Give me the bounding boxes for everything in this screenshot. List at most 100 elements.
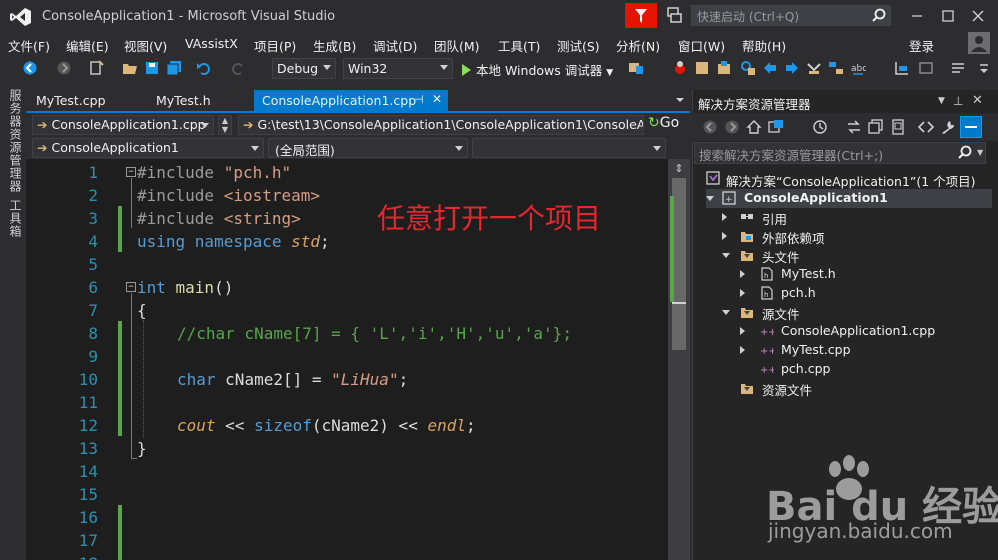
close-tab-icon[interactable]: ✕ xyxy=(432,92,442,106)
start-debugging-button[interactable]: 本地 Windows 调试器 ▼ xyxy=(462,60,613,78)
solution-search-input[interactable]: 搜索解决方案资源管理器(Ctrl+;) xyxy=(694,142,986,164)
home-icon[interactable] xyxy=(746,119,762,135)
va-find-symbol-icon[interactable] xyxy=(716,60,732,76)
keyword-token: int xyxy=(137,278,176,297)
va-references-icon[interactable] xyxy=(740,60,756,76)
back-navigate-icon[interactable] xyxy=(22,60,38,76)
comment-lines-icon[interactable] xyxy=(950,60,966,76)
menu-vassistx[interactable]: VAssistX xyxy=(185,36,238,51)
search-icon[interactable] xyxy=(958,145,972,159)
menu-tools[interactable]: 工具(T) xyxy=(498,36,540,55)
va-spin-button[interactable]: ▲ ▼ xyxy=(218,115,232,135)
server-explorer-tab[interactable]: 服务器资源管理器 xyxy=(7,89,24,193)
view-code-icon[interactable] xyxy=(918,119,934,135)
tab-consoleapplication1-cpp[interactable]: ConsoleApplication1.cpp ⊣ ✕ xyxy=(254,90,448,111)
tree-item-project[interactable]: + ConsoleApplication1 xyxy=(706,189,992,208)
line-number: 16 xyxy=(78,508,98,527)
save-all-icon[interactable] xyxy=(166,60,182,76)
menu-debug[interactable]: 调试(D) xyxy=(373,36,417,55)
pin-icon[interactable]: ⊥ xyxy=(953,94,963,108)
menu-window[interactable]: 窗口(W) xyxy=(678,36,725,55)
close-panel-icon[interactable]: ✕ xyxy=(972,93,983,108)
menu-analyze[interactable]: 分析(N) xyxy=(616,36,660,55)
solution-platform-dropdown[interactable]: Win32 xyxy=(343,58,453,79)
menu-help[interactable]: 帮助(H) xyxy=(742,36,786,55)
breakpoint-tool-icon[interactable] xyxy=(672,60,688,76)
show-all-files-icon[interactable] xyxy=(890,119,906,135)
menu-edit[interactable]: 编辑(E) xyxy=(66,36,109,55)
collapse-toggle-icon[interactable]: − xyxy=(126,167,136,177)
va-list-methods-icon[interactable] xyxy=(828,60,844,76)
menu-team[interactable]: 团队(M) xyxy=(434,36,480,55)
expand-chevron-icon[interactable] xyxy=(722,232,727,240)
active-tab-label: ConsoleApplication1.cpp xyxy=(262,93,417,108)
forward-navigate-icon[interactable] xyxy=(56,60,72,76)
expand-chevron-icon[interactable] xyxy=(740,327,745,335)
pending-changes-icon[interactable] xyxy=(812,119,828,135)
expand-chevron-icon[interactable] xyxy=(706,196,714,201)
va-file-dropdown[interactable]: ➔ ConsoleApplication1.cpp xyxy=(32,115,214,135)
expand-chevron-icon[interactable] xyxy=(722,213,727,221)
close-button[interactable] xyxy=(966,6,990,26)
va-hover-icon[interactable] xyxy=(918,60,934,76)
expand-chevron-icon[interactable] xyxy=(722,253,730,258)
expand-chevron-icon[interactable] xyxy=(740,289,745,297)
sign-in-link[interactable]: 登录 xyxy=(909,36,934,55)
preview-selected-button[interactable] xyxy=(960,116,982,138)
search-icon[interactable] xyxy=(872,8,886,22)
global-scope-dropdown[interactable]: (全局范围) xyxy=(268,138,468,158)
properties-wrench-icon[interactable] xyxy=(940,119,956,135)
menu-test[interactable]: 测试(S) xyxy=(557,36,600,55)
pin-tab-icon[interactable]: ⊣ xyxy=(414,93,424,106)
user-avatar-icon[interactable] xyxy=(968,32,990,54)
project-scope-dropdown[interactable]: ➔ ConsoleApplication1 xyxy=(32,138,264,158)
tab-overflow-icon[interactable] xyxy=(674,95,686,105)
back-icon[interactable] xyxy=(702,119,718,135)
minimize-button[interactable] xyxy=(905,6,929,26)
va-outline-icon[interactable] xyxy=(894,60,910,76)
va-spell-check-icon[interactable]: abc xyxy=(850,60,866,76)
switch-views-icon[interactable] xyxy=(768,119,784,135)
new-project-icon[interactable] xyxy=(88,60,104,76)
expand-chevron-icon[interactable] xyxy=(722,310,730,315)
notification-icon[interactable] xyxy=(666,6,682,24)
undo-icon[interactable] xyxy=(196,60,212,76)
feedback-button[interactable] xyxy=(625,3,657,28)
collapse-all-icon[interactable] xyxy=(868,119,884,135)
quick-launch-input[interactable]: 快速启动 (Ctrl+Q) xyxy=(691,5,891,26)
search-options-icon[interactable]: ▼ xyxy=(977,148,983,157)
member-dropdown[interactable] xyxy=(472,138,666,158)
expand-chevron-icon[interactable] xyxy=(740,346,745,354)
keyword-token: char xyxy=(177,370,226,389)
menu-build[interactable]: 生成(B) xyxy=(313,36,356,55)
solution-configuration-dropdown[interactable]: Debug xyxy=(272,58,336,79)
va-forward-arrow-icon[interactable] xyxy=(784,60,800,76)
va-open-file-icon[interactable] xyxy=(694,60,710,76)
toolbar-overflow-icon[interactable] xyxy=(976,60,992,76)
save-icon[interactable] xyxy=(144,60,160,76)
browser-link-icon[interactable] xyxy=(628,60,644,76)
menu-file[interactable]: 文件(F) xyxy=(8,36,50,55)
va-go-button[interactable]: ↻Go xyxy=(648,115,679,131)
toolbox-tab[interactable]: 工具箱 xyxy=(7,199,24,238)
sync-icon[interactable] xyxy=(846,119,862,135)
va-back-arrow-icon[interactable] xyxy=(762,60,778,76)
tab-mytest-cpp[interactable]: MyTest.cpp xyxy=(28,90,114,111)
split-window-icon[interactable]: ⇕ xyxy=(672,162,686,176)
forward-icon[interactable] xyxy=(724,119,740,135)
redo-icon[interactable] xyxy=(230,60,246,76)
line-number: 3 xyxy=(88,209,98,228)
menu-project[interactable]: 项目(P) xyxy=(254,36,296,55)
panel-dropdown-icon[interactable]: ▼ xyxy=(938,96,945,106)
va-insert-icon[interactable] xyxy=(806,60,822,76)
expand-chevron-icon[interactable] xyxy=(740,270,745,278)
va-path-dropdown[interactable]: ➔ G:\test\13\ConsoleApplication1\Console… xyxy=(238,115,644,135)
collapse-toggle-icon[interactable]: − xyxy=(126,282,136,292)
scrollbar-thumb[interactable] xyxy=(672,178,686,350)
maximize-button[interactable] xyxy=(936,6,960,26)
code-line-1: #include "pch.h" xyxy=(137,163,291,182)
menu-view[interactable]: 视图(V) xyxy=(124,36,167,55)
open-folder-icon[interactable] xyxy=(122,60,138,76)
play-icon xyxy=(462,64,471,76)
tab-mytest-h[interactable]: MyTest.h xyxy=(148,90,219,111)
